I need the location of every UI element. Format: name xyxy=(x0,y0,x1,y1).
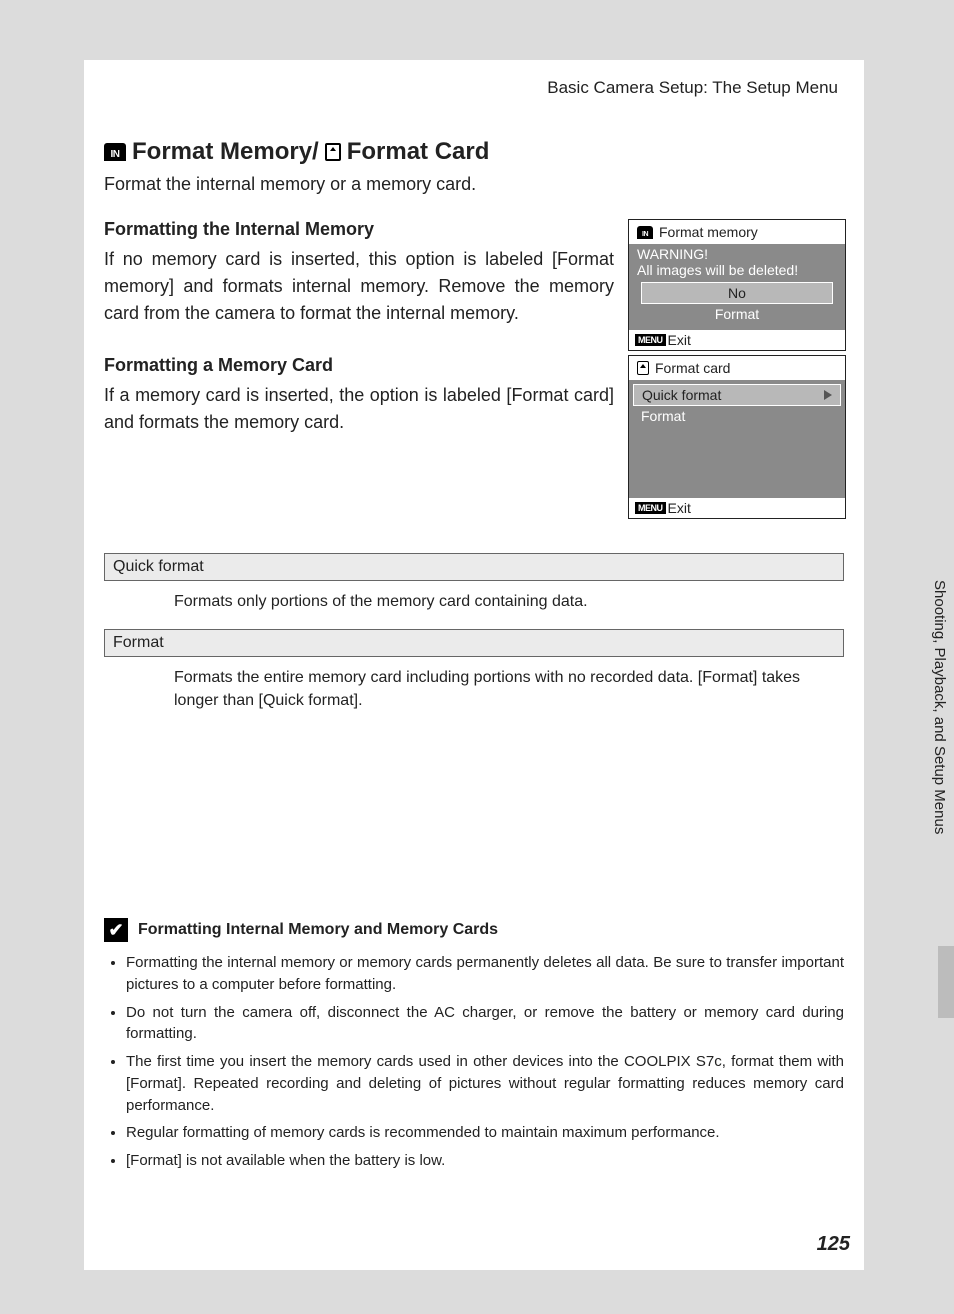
lcd1-title: Format memory xyxy=(659,224,758,240)
menu-icon: MENU xyxy=(635,334,666,346)
lcd2-exit[interactable]: MENU Exit xyxy=(629,498,845,518)
page-header: Basic Camera Setup: The Setup Menu xyxy=(104,78,844,98)
check-icon: ✔ xyxy=(104,918,128,942)
card-icon xyxy=(325,143,341,161)
internal-memory-icon xyxy=(637,226,653,239)
page: Basic Camera Setup: The Setup Menu Forma… xyxy=(84,60,864,1270)
section2-body: If a memory card is inserted, the option… xyxy=(104,382,614,436)
lcd1-option-no[interactable]: No xyxy=(641,282,833,304)
def-format-heading: Format xyxy=(104,629,844,657)
page-number: 125 xyxy=(817,1233,850,1256)
definitions-table: Quick format Formats only portions of th… xyxy=(104,553,844,728)
lcd2-option-quick[interactable]: Quick format xyxy=(633,384,841,406)
lcd2-option-format[interactable]: Format xyxy=(633,406,841,426)
section-internal-memory: Formatting the Internal Memory If no mem… xyxy=(104,219,844,327)
lcd1-exit-label: Exit xyxy=(668,332,691,348)
heading-text-2: Format Card xyxy=(347,138,490,166)
lcd2-opt1-label: Quick format xyxy=(642,387,721,403)
lcd1-warning: WARNING! xyxy=(637,246,837,262)
lcd2-title: Format card xyxy=(655,360,730,376)
menu-icon: MENU xyxy=(635,502,666,514)
note-item: Regular formatting of memory cards is re… xyxy=(126,1122,844,1144)
main-heading: Format Memory/ Format Card xyxy=(104,138,844,166)
def-format-desc: Formats the entire memory card including… xyxy=(104,657,844,728)
note-box: ✔ Formatting Internal Memory and Memory … xyxy=(104,918,844,1172)
card-icon xyxy=(637,361,649,375)
side-tab-indicator xyxy=(938,946,954,1018)
note-item: [Format] is not available when the batte… xyxy=(126,1150,844,1172)
section2-heading: Formatting a Memory Card xyxy=(104,355,614,376)
intro-text: Format the internal memory or a memory c… xyxy=(104,174,844,195)
note-item: Formatting the internal memory or memory… xyxy=(126,952,844,996)
lcd-format-memory: Format memory WARNING! All images will b… xyxy=(628,219,846,351)
note-list: Formatting the internal memory or memory… xyxy=(104,952,844,1172)
side-tab-label: Shooting, Playback, and Setup Menus xyxy=(931,580,948,930)
def-quick-desc: Formats only portions of the memory card… xyxy=(104,581,844,629)
section-memory-card: Formatting a Memory Card If a memory car… xyxy=(104,355,844,525)
def-quick-heading: Quick format xyxy=(104,553,844,581)
note-heading: Formatting Internal Memory and Memory Ca… xyxy=(138,921,498,939)
lcd2-exit-label: Exit xyxy=(668,500,691,516)
heading-text-1: Format Memory/ xyxy=(132,138,319,166)
section1-body: If no memory card is inserted, this opti… xyxy=(104,246,614,327)
note-item: Do not turn the camera off, disconnect t… xyxy=(126,1002,844,1046)
lcd-format-card: Format card Quick format Format MENU Exi… xyxy=(628,355,846,519)
lcd1-option-format[interactable]: Format xyxy=(637,304,837,324)
internal-memory-icon xyxy=(104,143,126,161)
lcd1-exit[interactable]: MENU Exit xyxy=(629,330,845,350)
section1-heading: Formatting the Internal Memory xyxy=(104,219,614,240)
note-item: The first time you insert the memory car… xyxy=(126,1051,844,1116)
lcd1-warning2: All images will be deleted! xyxy=(637,262,837,278)
chevron-right-icon xyxy=(824,390,832,400)
